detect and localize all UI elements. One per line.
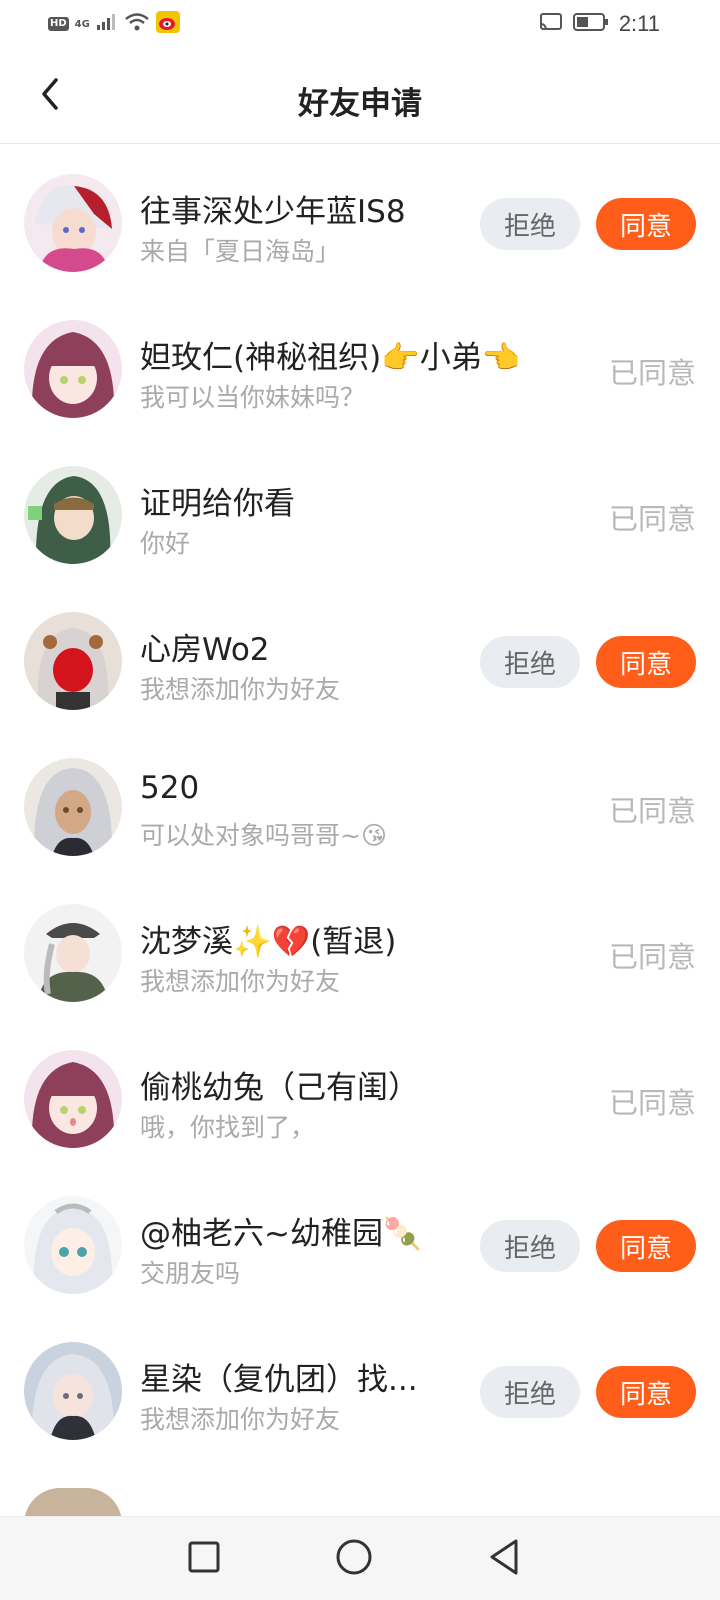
request-name: 妲玫仁(神秘祖织)👉小弟👈 xyxy=(140,340,521,376)
friend-request-list: 往事深处少年蓝IS8 来自「夏日海岛」 拒绝 同意 妲玫仁(神秘祖织)👉小弟👈 … xyxy=(0,150,720,1524)
circle-icon xyxy=(335,1538,373,1580)
request-name: 证明给你看 xyxy=(140,486,295,522)
square-icon xyxy=(187,1540,221,1578)
list-item[interactable]: @柚老六~幼稚园🍡 交朋友吗 拒绝 同意 xyxy=(0,1172,720,1318)
page-title: 好友申请 xyxy=(298,86,422,122)
list-item[interactable]: 证明给你看 你好 已同意 xyxy=(0,442,720,588)
clock: 2:11 xyxy=(618,11,660,36)
request-name: 520 xyxy=(140,770,200,806)
request-message: 你好 xyxy=(140,529,191,558)
agreed-label: 已同意 xyxy=(608,502,696,536)
list-item[interactable]: 往事深处少年蓝IS8 来自「夏日海岛」 拒绝 同意 xyxy=(0,150,720,296)
system-navigation-bar xyxy=(0,1516,720,1600)
app-header: 好友申请 xyxy=(0,48,720,144)
avatar[interactable] xyxy=(24,1196,122,1294)
request-message: 来自「夏日海岛」 xyxy=(140,237,341,266)
request-message: 交朋友吗 xyxy=(140,1259,241,1288)
accept-button[interactable]: 同意 xyxy=(596,1366,696,1418)
avatar[interactable] xyxy=(24,612,122,710)
avatar[interactable] xyxy=(24,174,122,272)
list-item[interactable]: 沈梦溪✨💔(暂退) 我想添加你为好友 已同意 xyxy=(0,880,720,1026)
reject-button[interactable]: 拒绝 xyxy=(480,198,580,250)
avatar[interactable] xyxy=(24,758,122,856)
reject-button[interactable]: 拒绝 xyxy=(480,1366,580,1418)
accept-button[interactable]: 同意 xyxy=(596,1220,696,1272)
avatar[interactable] xyxy=(24,904,122,1002)
avatar[interactable] xyxy=(24,466,122,564)
avatar[interactable] xyxy=(24,1342,122,1440)
back-nav-button[interactable] xyxy=(480,1535,528,1583)
list-item[interactable]: 妲玫仁(神秘祖织)👉小弟👈 我可以当你妹妹吗？ 已同意 xyxy=(0,296,720,442)
list-item[interactable]: 偷桃幼兔（己有闺） 哦，你找到了， 已同意 xyxy=(0,1026,720,1172)
home-button[interactable] xyxy=(330,1535,378,1583)
request-message: 哦，你找到了， xyxy=(140,1113,316,1142)
request-name: 沈梦溪✨💔(暂退) xyxy=(140,924,397,960)
request-message: 我可以当你妹妹吗？ xyxy=(140,383,366,412)
agreed-label: 已同意 xyxy=(608,356,696,390)
request-message: 我想添加你为好友 xyxy=(140,1405,341,1434)
reject-button[interactable]: 拒绝 xyxy=(480,636,580,688)
list-item[interactable] xyxy=(0,1464,720,1524)
agreed-label: 已同意 xyxy=(608,794,696,828)
avatar[interactable] xyxy=(24,1050,122,1148)
cast-icon xyxy=(539,12,563,36)
recent-apps-button[interactable] xyxy=(180,1535,228,1583)
reject-button[interactable]: 拒绝 xyxy=(480,1220,580,1272)
request-message: 可以处对象吗哥哥~😘 xyxy=(140,821,388,850)
signal-icon xyxy=(96,13,118,35)
status-bar: HD 4G 2:11 xyxy=(0,0,720,48)
request-message: 我想添加你为好友 xyxy=(140,967,341,996)
accept-button[interactable]: 同意 xyxy=(596,636,696,688)
request-name: @柚老六~幼稚园🍡 xyxy=(140,1216,422,1252)
request-name: 星染（复仇团）找... xyxy=(140,1362,418,1398)
list-item[interactable]: 心房Wo2 我想添加你为好友 拒绝 同意 xyxy=(0,588,720,734)
avatar[interactable] xyxy=(24,320,122,418)
network-type: 4G xyxy=(74,18,90,30)
request-name: 往事深处少年蓝IS8 xyxy=(140,194,406,230)
battery-icon xyxy=(572,12,609,36)
request-name: 偷桃幼兔（己有闺） xyxy=(140,1070,419,1106)
accept-button[interactable]: 同意 xyxy=(596,198,696,250)
request-name: 心房Wo2 xyxy=(140,632,270,668)
triangle-back-icon xyxy=(486,1538,522,1580)
agreed-label: 已同意 xyxy=(608,940,696,974)
list-item[interactable]: 520 可以处对象吗哥哥~😘 已同意 xyxy=(0,734,720,880)
request-message: 我想添加你为好友 xyxy=(140,675,341,704)
hd-indicator: HD xyxy=(48,17,69,31)
list-item[interactable]: 星染（复仇团）找... 我想添加你为好友 拒绝 同意 xyxy=(0,1318,720,1464)
agreed-label: 已同意 xyxy=(608,1086,696,1120)
wifi-icon xyxy=(124,12,150,36)
weibo-icon xyxy=(155,11,180,37)
